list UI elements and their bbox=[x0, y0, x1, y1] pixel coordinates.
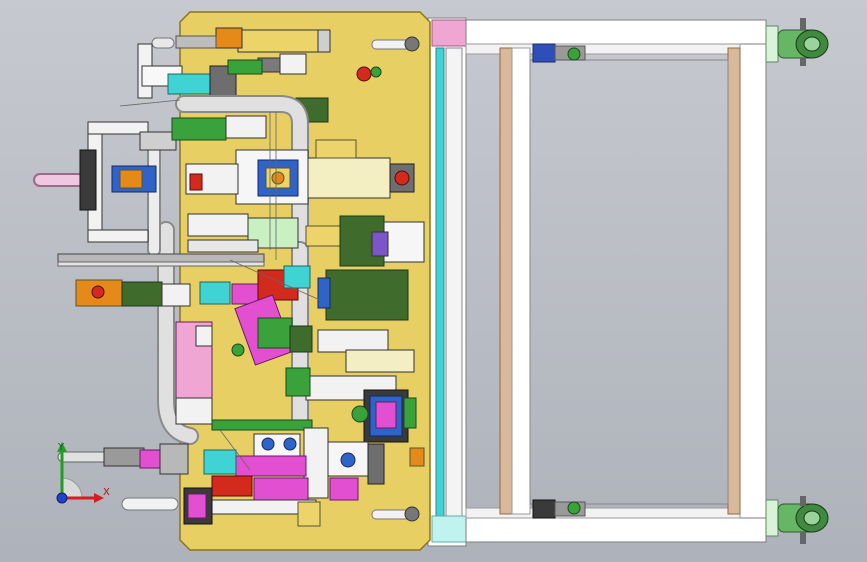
frame-structure bbox=[427, 17, 779, 547]
left-bottom-arm bbox=[57, 443, 189, 475]
fixture-assembly-drawing: Y X bbox=[33, 11, 829, 551]
coordinate-triad: Y X bbox=[56, 442, 110, 504]
frame-clamp-bottom bbox=[532, 499, 586, 519]
horizontal-rail bbox=[57, 253, 265, 267]
y-axis-label: Y bbox=[57, 442, 65, 453]
caster-wheel-bottom bbox=[777, 496, 829, 544]
frame-clamp-top bbox=[532, 43, 586, 63]
x-axis-label: X bbox=[103, 487, 110, 498]
cad-viewport[interactable]: Y X bbox=[0, 0, 867, 562]
caster-wheel-top bbox=[777, 18, 829, 66]
